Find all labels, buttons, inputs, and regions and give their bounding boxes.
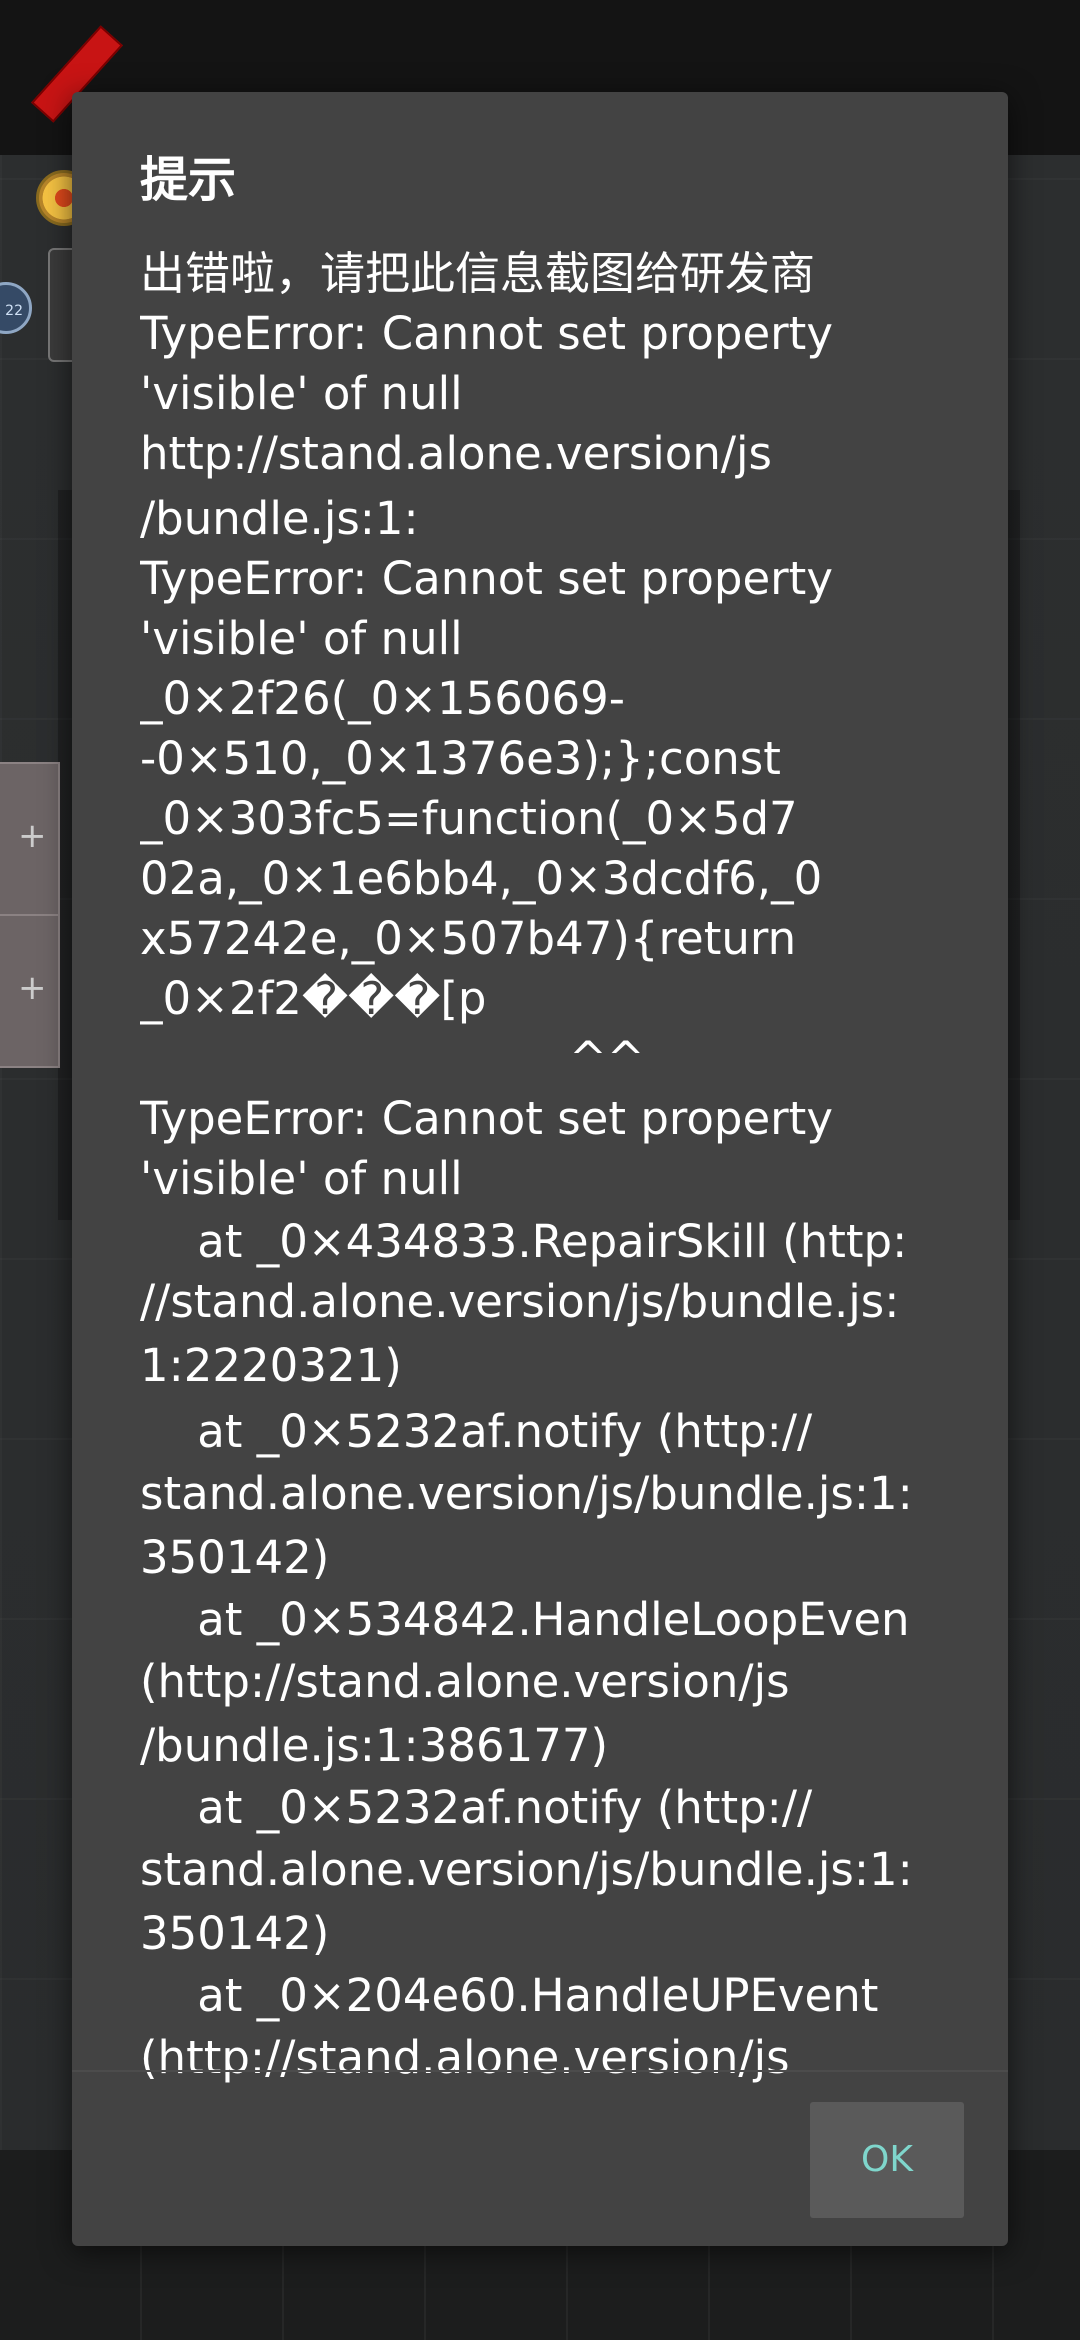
message-line: TypeError: Cannot set property: [140, 1092, 833, 1145]
message-line: (http://stand.alone.version/js: [140, 1655, 790, 1708]
message-line: at _0×5232af.notify (http://: [140, 1781, 813, 1834]
plus-icon: +: [18, 816, 47, 856]
message-line: at _0×204e60.HandleUPEvent: [140, 1969, 879, 2022]
message-line: x57242e,_0×507b47){return: [140, 912, 797, 965]
message-line: /bundle.js:1:386177): [140, 1719, 609, 1772]
error-dialog: 提示 出错啦，请把此信息截图给研发商 TypeError: Cannot set…: [72, 92, 1008, 2246]
message-line: http://stand.alone.version/js: [140, 427, 772, 480]
dialog-title: 提示: [140, 152, 237, 208]
error-message[interactable]: 出错啦，请把此信息截图给研发商 TypeError: Cannot set pr…: [140, 244, 1008, 2162]
message-line: 1:2220321): [140, 1339, 402, 1392]
message-line: -0×510,_0×1376e3);};const: [140, 732, 781, 785]
message-line: (http://stand.alone.version/js: [140, 2031, 790, 2084]
plus-icon: +: [18, 968, 47, 1008]
message-line: _0×303fc5=function(_0×5d7: [140, 792, 798, 845]
message-line: 350142): [140, 1531, 330, 1584]
message-line: 'visible' of null: [140, 612, 463, 665]
ok-button[interactable]: OK: [810, 2102, 964, 2218]
message-line: 出错啦，请把此信息截图给研发商: [140, 247, 816, 300]
message-line: 02a,_0×1e6bb4,_0×3dcdf6,_0: [140, 852, 823, 905]
dialog-divider: [72, 2070, 1008, 2072]
message-line: stand.alone.version/js/bundle.js:1:: [140, 1467, 913, 1520]
message-line: 350142): [140, 1907, 330, 1960]
message-line: /bundle.js:1:: [140, 492, 419, 545]
message-line: 'visible' of null: [140, 367, 463, 420]
message-line: stand.alone.version/js/bundle.js:1:: [140, 1843, 913, 1896]
side-panel-add[interactable]: +: [0, 914, 60, 1068]
message-line: //stand.alone.version/js/bundle.js:: [140, 1275, 900, 1328]
message-line: ^^: [140, 1032, 645, 1085]
message-line: TypeError: Cannot set property: [140, 307, 833, 360]
side-panel-add[interactable]: +: [0, 762, 60, 916]
message-line: at _0×534842.HandleLoopEven: [140, 1593, 910, 1646]
message-line: _0×2f2���[p: [140, 972, 487, 1025]
message-line: at _0×5232af.notify (http://: [140, 1405, 813, 1458]
message-line: at _0×434833.RepairSkill (http:: [140, 1215, 908, 1268]
message-line: TypeError: Cannot set property: [140, 552, 833, 605]
message-line: 'visible' of null: [140, 1152, 463, 1205]
message-line: _0×2f26(_0×156069-: [140, 672, 625, 725]
